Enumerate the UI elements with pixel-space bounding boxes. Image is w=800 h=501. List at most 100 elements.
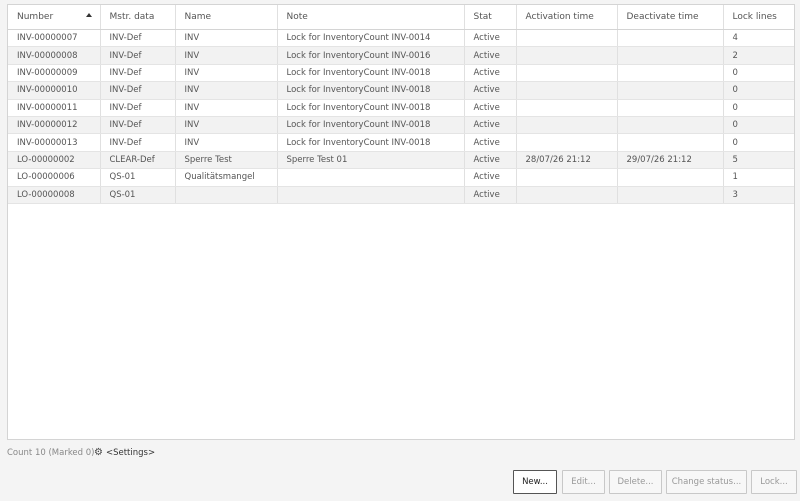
cell-master-data: INV-Def <box>100 133 176 152</box>
lock-button[interactable]: Lock... <box>751 470 797 494</box>
change-status-button[interactable]: Change status... <box>666 470 747 494</box>
new-button[interactable]: New... <box>513 470 557 494</box>
cell-activation-time <box>516 64 618 83</box>
cell-name: Qualitätsmangel <box>175 168 278 187</box>
cell-note: Lock for InventoryCount INV-0018 <box>277 133 465 152</box>
edit-button[interactable]: Edit... <box>562 470 605 494</box>
cell-lock-lines: 0 <box>723 81 794 100</box>
cell-number: INV-00000011 <box>8 99 101 117</box>
cell-note <box>277 186 465 204</box>
cell-master-data: INV-Def <box>100 29 176 48</box>
table-row[interactable]: INV-00000012 INV-Def INV Lock for Invent… <box>8 116 794 135</box>
cell-status: Active <box>464 29 517 48</box>
lock-orders-table: Number Mstr. data Name Note Stat Activat… <box>8 5 794 204</box>
cell-master-data: INV-Def <box>100 46 176 65</box>
cell-lock-lines: 4 <box>723 29 794 48</box>
cell-name: INV <box>175 99 278 117</box>
cell-master-data: QS-01 <box>100 186 176 204</box>
action-button-bar: New... Edit... Delete... Change status..… <box>0 470 800 494</box>
cell-status: Active <box>464 186 517 204</box>
cell-note: Lock for InventoryCount INV-0018 <box>277 99 465 117</box>
cell-deactivate-time <box>617 29 724 48</box>
cell-master-data: INV-Def <box>100 81 176 100</box>
column-header-name[interactable]: Name <box>175 5 278 30</box>
cell-activation-time <box>516 46 618 65</box>
record-count: Count 10 (Marked 0) <box>7 448 95 458</box>
column-header-master-data[interactable]: Mstr. data <box>100 5 176 30</box>
cell-status: Active <box>464 99 517 117</box>
cell-number: INV-00000009 <box>8 64 101 83</box>
table-row[interactable]: INV-00000010 INV-Def INV Lock for Invent… <box>8 81 794 100</box>
cell-activation-time <box>516 29 618 48</box>
cell-note: Lock for InventoryCount INV-0016 <box>277 46 465 65</box>
settings-label: <Settings> <box>105 448 156 458</box>
cell-number: LO-00000006 <box>8 168 101 187</box>
cell-master-data: INV-Def <box>100 99 176 117</box>
cell-name: INV <box>175 81 278 100</box>
cell-master-data: INV-Def <box>100 64 176 83</box>
table-row[interactable]: INV-00000008 INV-Def INV Lock for Invent… <box>8 46 794 65</box>
cell-activation-time: 28/07/26 21:12 <box>516 151 618 170</box>
cell-name: INV <box>175 133 278 152</box>
delete-button[interactable]: Delete... <box>609 470 662 494</box>
lock-orders-grid[interactable]: Number Mstr. data Name Note Stat Activat… <box>7 4 795 440</box>
cell-activation-time <box>516 81 618 100</box>
settings-link[interactable]: ⚙ <Settings> <box>94 447 156 459</box>
table-row[interactable]: LO-00000008 QS-01 Active 3 <box>8 186 794 204</box>
cell-lock-lines: 0 <box>723 99 794 117</box>
cell-note: Sperre Test 01 <box>277 151 465 170</box>
cell-lock-lines: 0 <box>723 64 794 83</box>
cell-deactivate-time <box>617 186 724 204</box>
cell-lock-lines: 1 <box>723 168 794 187</box>
table-row[interactable]: INV-00000013 INV-Def INV Lock for Invent… <box>8 133 794 152</box>
column-header-deactivate-time[interactable]: Deactivate time <box>617 5 724 30</box>
cell-note: Lock for InventoryCount INV-0018 <box>277 81 465 100</box>
cell-lock-lines: 5 <box>723 151 794 170</box>
cell-status: Active <box>464 46 517 65</box>
cell-status: Active <box>464 133 517 152</box>
cell-lock-lines: 3 <box>723 186 794 204</box>
column-header-lock-lines[interactable]: Lock lines <box>723 5 794 30</box>
cell-note: Lock for InventoryCount INV-0018 <box>277 116 465 135</box>
cell-name: INV <box>175 29 278 48</box>
table-row[interactable]: LO-00000002 CLEAR-Def Sperre Test Sperre… <box>8 151 794 170</box>
cell-number: INV-00000012 <box>8 116 101 135</box>
cell-master-data: CLEAR-Def <box>100 151 176 170</box>
cell-status: Active <box>464 151 517 170</box>
sort-ascending-icon <box>85 13 92 17</box>
table-row[interactable]: INV-00000007 INV-Def INV Lock for Invent… <box>8 29 794 48</box>
cell-deactivate-time <box>617 116 724 135</box>
cell-number: INV-00000010 <box>8 81 101 100</box>
cell-note: Lock for InventoryCount INV-0018 <box>277 64 465 83</box>
cell-number: INV-00000008 <box>8 46 101 65</box>
cell-master-data: INV-Def <box>100 116 176 135</box>
cell-master-data: QS-01 <box>100 168 176 187</box>
table-row[interactable]: INV-00000009 INV-Def INV Lock for Invent… <box>8 64 794 83</box>
cell-status: Active <box>464 168 517 187</box>
cell-name: Sperre Test <box>175 151 278 170</box>
cell-number: INV-00000007 <box>8 29 101 48</box>
column-header-number[interactable]: Number <box>8 5 101 30</box>
cell-activation-time <box>516 99 618 117</box>
cell-name: INV <box>175 64 278 83</box>
cell-number: INV-00000013 <box>8 133 101 152</box>
column-header-status[interactable]: Stat <box>464 5 517 30</box>
cell-deactivate-time <box>617 81 724 100</box>
cell-activation-time <box>516 168 618 187</box>
cell-status: Active <box>464 116 517 135</box>
column-header-note[interactable]: Note <box>277 5 465 30</box>
gear-icon: ⚙ <box>94 447 103 458</box>
column-header-activation-time[interactable]: Activation time <box>516 5 618 30</box>
cell-activation-time <box>516 133 618 152</box>
cell-deactivate-time <box>617 133 724 152</box>
cell-lock-lines: 0 <box>723 116 794 135</box>
cell-deactivate-time <box>617 46 724 65</box>
cell-note: Lock for InventoryCount INV-0014 <box>277 29 465 48</box>
cell-name <box>175 186 278 204</box>
cell-deactivate-time: 29/07/26 21:12 <box>617 151 724 170</box>
table-row[interactable]: INV-00000011 INV-Def INV Lock for Invent… <box>8 99 794 117</box>
cell-lock-lines: 2 <box>723 46 794 65</box>
cell-activation-time <box>516 186 618 204</box>
cell-deactivate-time <box>617 64 724 83</box>
table-row[interactable]: LO-00000006 QS-01 Qualitätsmangel Active… <box>8 168 794 187</box>
